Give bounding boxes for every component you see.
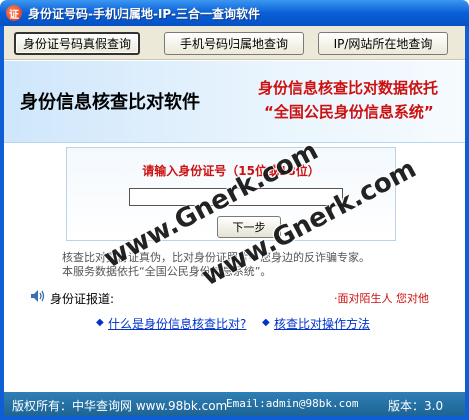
status-version: 版本：3.0 — [388, 399, 444, 413]
tab-id-verify[interactable]: 身份证号码真假查询 — [14, 32, 140, 55]
bullet-icon: ◆ — [262, 317, 270, 328]
bullet-icon: ◆ — [96, 317, 104, 328]
speaker-icon — [31, 290, 45, 302]
title-bar: 证 身份证号码-手机归属地-IP-三合一查询软件 — [0, 0, 469, 26]
tab-phone-location[interactable]: 手机号码归属地查询 — [164, 32, 304, 55]
how-to-link[interactable]: 核查比对操作方法 — [274, 315, 370, 332]
tab-ip-location[interactable]: IP/网站所在地查询 — [318, 32, 448, 55]
toolbar: 身份证号码真假查询 手机号码归属地查询 IP/网站所在地查询 — [4, 26, 465, 60]
window-title: 身份证号码-手机归属地-IP-三合一查询软件 — [28, 6, 260, 21]
banner-tagline-2: “全国公民身份信息系统” — [264, 103, 434, 121]
banner: 身份信息核查比对软件 身份信息核查比对数据依托 “全国公民身份信息系统” — [4, 61, 465, 143]
address-value — [110, 288, 330, 304]
status-copyright: 版权所有：中华查询网 www.98bk.com — [12, 399, 228, 413]
status-bar: 版权所有：中华查询网 www.98bk.com Email:admin@98bk… — [4, 392, 465, 416]
banner-title: 身份信息核查比对软件 — [20, 92, 200, 113]
warning-text: ·面对陌生人 您对他 — [334, 292, 429, 305]
status-email: Email:admin@98bk.com — [226, 397, 359, 410]
what-is-verify-link[interactable]: 什么是身份信息核查比对? — [108, 315, 246, 332]
banner-tagline-1: 身份信息核查比对数据依托 — [258, 79, 439, 97]
app-icon[interactable]: 证 — [6, 5, 22, 21]
address-label: 身份证报道: — [50, 292, 115, 306]
